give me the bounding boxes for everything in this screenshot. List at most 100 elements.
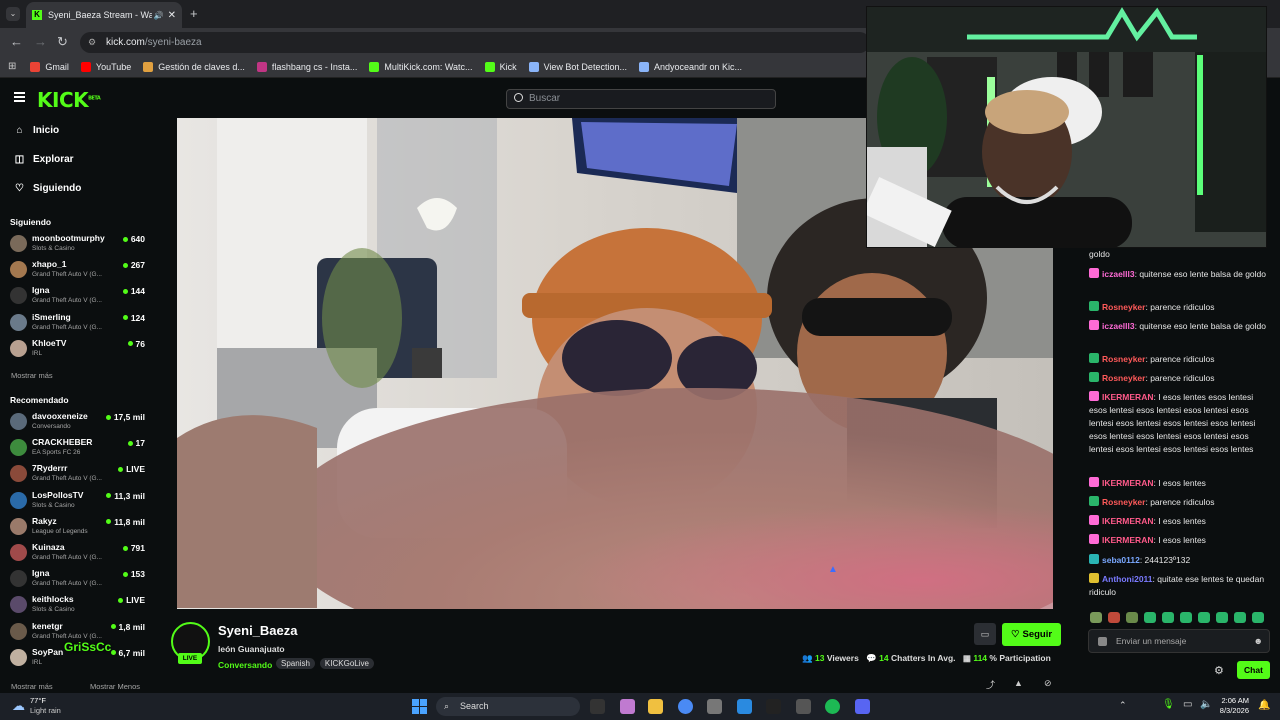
discord-icon[interactable] <box>855 699 870 714</box>
chat-username[interactable]: IKERMERAN <box>1102 535 1153 545</box>
emote-icon[interactable] <box>1126 612 1138 623</box>
nav-inicio[interactable]: ⌂ Inicio <box>14 125 59 136</box>
stream-category[interactable]: Conversando <box>218 660 272 670</box>
emote-icon[interactable] <box>1198 612 1210 623</box>
new-tab-button[interactable]: + <box>190 6 198 21</box>
share-icon[interactable]: ⤴ <box>986 678 995 691</box>
kick-logo[interactable]: KICKBETA <box>37 88 101 112</box>
edge-icon[interactable] <box>737 699 752 714</box>
recorder-icon[interactable] <box>796 699 811 714</box>
live-dot-icon <box>127 440 133 446</box>
emote-icon[interactable] <box>1252 612 1264 623</box>
chat-username[interactable]: Rosneyker <box>1102 354 1145 364</box>
chat-username[interactable]: Rosneyker <box>1102 373 1145 383</box>
avatar <box>10 622 27 640</box>
bookmark-3[interactable]: flashbang cs - Insta... <box>256 61 357 72</box>
chat-input[interactable]: Enviar un mensaje ☻ <box>1088 629 1270 653</box>
notifications-icon[interactable]: 🔔 <box>1258 700 1270 711</box>
emote-icon[interactable] <box>1108 612 1120 623</box>
reload-icon[interactable]: ↻ <box>57 34 68 50</box>
obs-icon[interactable] <box>766 699 781 714</box>
clock[interactable]: 2:06 AM 8/3/2026 <box>1219 696 1249 716</box>
stream-tag[interactable]: Spanish <box>276 658 315 669</box>
chat-username[interactable]: Rosneyker <box>1102 497 1145 507</box>
tray-chevron-icon[interactable]: ⌃ <box>1119 700 1127 711</box>
bookmark-0[interactable]: Gmail <box>30 61 69 72</box>
start-button[interactable] <box>412 699 427 714</box>
chat-settings-icon[interactable]: ⚙ <box>1214 664 1224 677</box>
volume-icon[interactable]: 🔈 <box>1200 699 1212 710</box>
bookmark-5[interactable]: Kick <box>484 61 517 72</box>
chat-username[interactable]: IKERMERAN <box>1102 392 1153 402</box>
sidebar-channel-recommended[interactable]: davooxeneize Conversando 17,5 mil <box>10 409 145 435</box>
chrome-icon[interactable] <box>678 699 693 714</box>
emote-icon[interactable] <box>1234 612 1246 623</box>
search-input[interactable]: Buscar <box>506 89 776 109</box>
sidebar-channel-recommended[interactable]: 7Ryderrr Grand Theft Auto V (G... LIVE <box>10 461 145 487</box>
back-icon[interactable]: ← <box>10 34 23 49</box>
recommended-show-more[interactable]: Mostrar más <box>11 682 53 691</box>
chat-username[interactable]: Anthoni2011 <box>1102 574 1153 584</box>
recommended-show-less[interactable]: Mostrar Menos <box>90 682 140 691</box>
spotify-icon[interactable] <box>825 699 840 714</box>
chat-send-button[interactable]: Chat <box>1237 661 1270 679</box>
bookmark-6[interactable]: View Bot Detection... <box>528 61 627 72</box>
taskbar-search[interactable]: ⌕ Search <box>436 697 580 716</box>
live-dot-icon <box>110 624 116 630</box>
theater-mode-button[interactable]: ▭ <box>974 623 996 645</box>
emote-icon[interactable] <box>1162 612 1174 623</box>
folder-icon[interactable] <box>648 699 663 714</box>
emote-icon[interactable] <box>1090 612 1102 623</box>
emote-icon[interactable] <box>1180 612 1192 623</box>
bookmark-1[interactable]: YouTube <box>80 61 131 72</box>
bookmark-4[interactable]: MultiKick.com: Watc... <box>369 61 473 72</box>
chat-username[interactable]: iczaelll3 <box>1102 269 1135 279</box>
sidebar-channel-recommended[interactable]: Kuinaza Grand Theft Auto V (G... 791 <box>10 540 145 566</box>
nav-explorar[interactable]: ◫ Explorar <box>14 154 74 165</box>
bookmark-2[interactable]: Gestión de claves d... <box>143 61 245 72</box>
sidebar-channel-following[interactable]: iSmerling Grand Theft Auto V (G... 124 <box>10 310 145 336</box>
mic-icon[interactable]: 🎙 <box>1162 699 1175 710</box>
audio-icon[interactable]: 🔊 <box>154 11 164 20</box>
mute-icon[interactable]: ⊘ <box>1044 678 1052 689</box>
stream-tag[interactable]: KICKGoLive <box>319 658 374 669</box>
emote-icon[interactable] <box>1144 612 1156 623</box>
menu-icon[interactable] <box>14 92 25 104</box>
nav-siguiendo[interactable]: ♡ Siguiendo <box>14 183 81 194</box>
address-bar[interactable]: ⚙ kick.com/syeni-baeza <box>80 32 870 53</box>
sidebar-channel-recommended[interactable]: Igna Grand Theft Auto V (G... 153 <box>10 566 145 592</box>
emote-icon[interactable] <box>1216 612 1228 623</box>
bookmark-7[interactable]: Andyoceandr on Kic... <box>638 61 742 72</box>
chat-username[interactable]: iczaelll3 <box>1102 321 1135 331</box>
tab-search-icon[interactable]: ⌄ <box>6 7 20 21</box>
sidebar-channel-recommended[interactable]: Rakyz League of Legends 11,8 mil <box>10 514 145 540</box>
sidebar-channel-following[interactable]: moonbootmurphy Slots & Casino 640 <box>10 231 145 257</box>
sidebar-channel-following[interactable]: KhloeTV IRL 76 <box>10 336 145 362</box>
sidebar-channel-recommended[interactable]: CRACKHEBER EA Sports FC 26 17 <box>10 435 145 461</box>
settings-icon[interactable] <box>707 699 722 714</box>
report-icon[interactable]: ▲ <box>1014 678 1023 688</box>
site-info-icon[interactable]: ⚙ <box>88 32 96 53</box>
forward-icon[interactable]: → <box>34 34 47 49</box>
sidebar-channel-following[interactable]: xhapo_1 Grand Theft Auto V (G... 267 <box>10 257 145 283</box>
weather-widget[interactable]: ☁ 77°F Light rain <box>12 696 61 716</box>
webcam-overlay <box>866 6 1267 248</box>
bookmark-label: Gmail <box>45 61 69 72</box>
sidebar-channel-following[interactable]: Igna Grand Theft Auto V (G... 144 <box>10 283 145 309</box>
chat-username[interactable]: IKERMERAN <box>1102 516 1153 526</box>
channel-name[interactable]: Syeni_Baeza <box>218 623 298 638</box>
chat-username[interactable]: seba0112 <box>1102 555 1140 565</box>
following-show-more[interactable]: Mostrar más <box>11 371 53 380</box>
emoji-icon[interactable]: ☻ <box>1254 636 1263 646</box>
tab-close-icon[interactable]: ✕ <box>168 10 176 21</box>
apps-grid-icon[interactable]: ⊞ <box>8 61 16 72</box>
follow-button[interactable]: ♡ Seguir <box>1002 623 1061 646</box>
file-explorer-icon[interactable] <box>590 699 605 714</box>
browser-tab-active[interactable]: K Syeni_Baeza Stream - Watc 🔊 ✕ <box>26 2 182 28</box>
chat-username[interactable]: IKERMERAN <box>1102 478 1153 488</box>
sidebar-channel-recommended[interactable]: LosPollosTV Slots & Casino 11,3 mil <box>10 488 145 514</box>
network-icon[interactable]: ▭ <box>1183 699 1192 710</box>
sidebar-channel-recommended[interactable]: keithlocks Slots & Casino LIVE <box>10 592 145 618</box>
chat-username[interactable]: Rosneyker <box>1102 302 1145 312</box>
copilot-icon[interactable] <box>620 699 635 714</box>
